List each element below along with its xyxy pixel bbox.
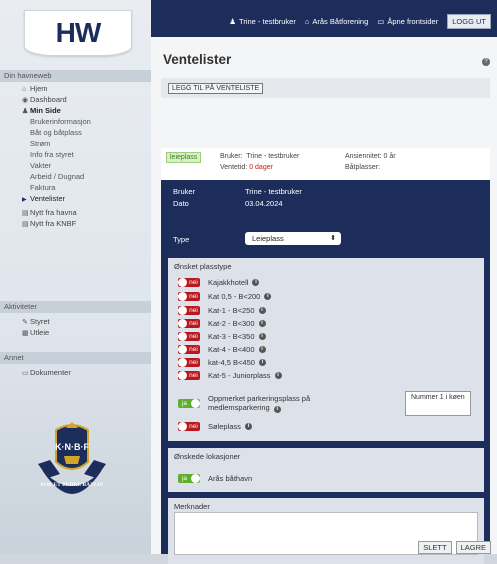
select-arrow-icon: ⬍ [330,235,336,242]
toggle-off[interactable]: nei [178,318,200,328]
sidebar-item-hjem[interactable]: ⌂ Hjem [0,83,151,94]
bruker-label: Bruker [173,187,196,196]
toggle-off[interactable]: nei [178,291,200,301]
toggle-off[interactable]: nei [178,305,200,315]
info-icon[interactable]: i [258,358,266,366]
sidebar-item-utleie[interactable]: ▦Utleie [0,327,151,338]
lokasjon-header: Ønskede lokasjoner [174,452,241,461]
logout-button[interactable]: LOGG UT [447,14,491,29]
info-icon[interactable]: i [258,345,266,353]
front-page-link[interactable]: ▭ Åpne frontsider [377,17,438,26]
sidebar-item-nytt-knbf[interactable]: ▤Nytt fra KNBF [0,218,151,229]
plasstype-header: Ønsket plasstype [174,262,232,271]
sidebar-item-nytt-havna[interactable]: ▤Nytt fra havna [0,207,151,218]
svg-text:K·N·B·F: K·N·B·F [55,442,89,452]
type-label: Type [173,235,190,244]
sidebar-item-dokumenter[interactable]: ▭Dokumenter [0,367,151,378]
dato-value: 03.04.2024 [245,199,283,208]
add-bar: LEGG TIL PÅ VENTELISTE [161,78,490,98]
plasstype-row[interactable]: nei Kat-2 - B<300 i [178,318,266,328]
bruker-info: Bruker: Trine - testbruker [220,153,300,160]
info-icon[interactable]: i [258,306,266,314]
sidebar: HW Din havneweb ⌂ Hjem ◉ Dashboard ♟ Min Si… [0,0,151,554]
info-icon[interactable]: i [264,292,272,300]
bruker-value: Trine - testbruker [245,187,302,196]
user-icon: ♟ [229,17,237,26]
news-icon: ▤ [22,221,29,228]
toggle-off[interactable]: nei [178,357,200,367]
plasstype-row[interactable]: nei kat-4,5 B<450 i [178,357,266,367]
waitlist-entry-summary[interactable]: leieplass Bruker: Trine - testbruker Ven… [161,148,490,180]
type-badge: leieplass [166,152,202,163]
form-buttons: SLETT LAGRE [418,541,491,554]
page-title: Ventelister [163,52,232,67]
user-menu[interactable]: ♟ Trine - testbruker [229,17,296,26]
waitlist-form: Bruker Trine - testbruker Dato 03.04.202… [161,180,490,564]
table-icon: ▦ [22,330,29,337]
ventetid-info: Ventetid: 0 dager [220,164,273,171]
parkering-row[interactable]: ja Oppmerket parkeringsplass på medlemspa… [178,394,310,414]
toggle-off[interactable]: nei [178,277,200,287]
soleplass-row[interactable]: nei Søleplass i [178,421,252,431]
plasstype-box: Ønsket plasstype nei Kajakkhotell i nei Kat… [168,258,484,386]
section-din-havneweb: Din havneweb [0,70,151,82]
plasstype-row[interactable]: nei Kat-3 - B<350 i [178,331,266,341]
toggle-on[interactable]: ja [178,399,200,408]
plasstype-row[interactable]: nei Kat-5 - Juniorplass i [178,370,282,380]
lokasjon-row[interactable]: ja Arås båthavn [178,473,252,483]
sidebar-item-bat[interactable]: Båt og båtplass [0,127,151,138]
sidebar-item-info-styret[interactable]: Info fra styret [0,149,151,160]
folder-icon: ▭ [22,370,29,377]
info-icon[interactable]: i [252,278,260,286]
arrow-right-icon: ▶ [22,197,27,203]
section-annet: Annet [0,352,151,364]
svg-text:FOR ET BEDRE BÅTLIV: FOR ET BEDRE BÅTLIV [40,480,103,488]
sidebar-item-ventelister[interactable]: ▶ Ventelister [0,193,151,204]
info-icon[interactable]: i [273,406,281,413]
toggle-on[interactable]: ja [178,473,200,483]
home-icon: ⌂ [304,17,310,26]
plasstype-row[interactable]: nei Kat-1 - B<250 i [178,305,266,315]
sidebar-item-faktura[interactable]: Faktura [0,182,151,193]
club-link[interactable]: ⌂ Arås Båtforening [305,17,368,26]
delete-button[interactable]: SLETT [418,541,452,554]
merknader-box: Merknader [168,498,484,564]
toggle-off[interactable]: nei [178,421,200,431]
sidebar-item-dashboard[interactable]: ◉ Dashboard [0,94,151,105]
monitor-icon: ▭ [377,17,385,26]
queue-position-badge: Nummer 1 i køen [405,391,471,416]
top-bar: ♟ Trine - testbruker ⌂ Arås Båtforening ▭ Å… [151,0,497,37]
plasstype-row[interactable]: nei Kajakkhotell i [178,277,260,287]
info-icon[interactable]: i [258,319,266,327]
lokasjon-box: Ønskede lokasjoner ja Arås båthavn [168,448,484,492]
sidebar-item-styret[interactable]: ✎ Styret [0,316,151,327]
section-aktiviteter: Aktiviteter [0,301,151,313]
dato-label: Dato [173,199,189,208]
hw-logo[interactable]: HW [24,10,132,56]
knbf-logo: K·N·B·F FOR ET BEDRE BÅTLIV [38,422,106,494]
sidebar-item-vakter[interactable]: Vakter [0,160,151,171]
info-icon[interactable]: i [244,422,252,430]
info-icon[interactable]: i [274,371,282,379]
batplasser-info: Båtplasser: [345,164,381,171]
main-content: Ventelister ? LEGG TIL PÅ VENTELISTE lei… [151,37,497,564]
plasstype-row[interactable]: nei Kat-4 - B<400 i [178,344,266,354]
type-select[interactable]: Leieplass ⬍ [245,232,341,245]
toggle-off[interactable]: nei [178,370,200,380]
ansiennitet-info: Ansiennitet: 0 år [345,153,396,160]
info-icon[interactable]: i [258,332,266,340]
user-icon: ♟ [22,108,29,115]
add-to-waitlist-button[interactable]: LEGG TIL PÅ VENTELISTE [168,83,264,94]
sidebar-item-strom[interactable]: Strøm [0,138,151,149]
sidebar-item-min-side[interactable]: ♟ Min Side [0,105,151,116]
toggle-off[interactable]: nei [178,344,200,354]
plasstype-row[interactable]: nei Kat 0,5 - B<200 i [178,291,272,301]
merknader-label: Merknader [174,502,210,511]
sidebar-item-brukerinformasjon[interactable]: Brukerinformasjon [0,116,151,127]
help-icon[interactable]: ? [482,58,490,66]
save-button[interactable]: LAGRE [455,541,491,554]
toggle-off[interactable]: nei [178,331,200,341]
sidebar-item-arbeid[interactable]: Arbeid / Dugnad [0,171,151,182]
